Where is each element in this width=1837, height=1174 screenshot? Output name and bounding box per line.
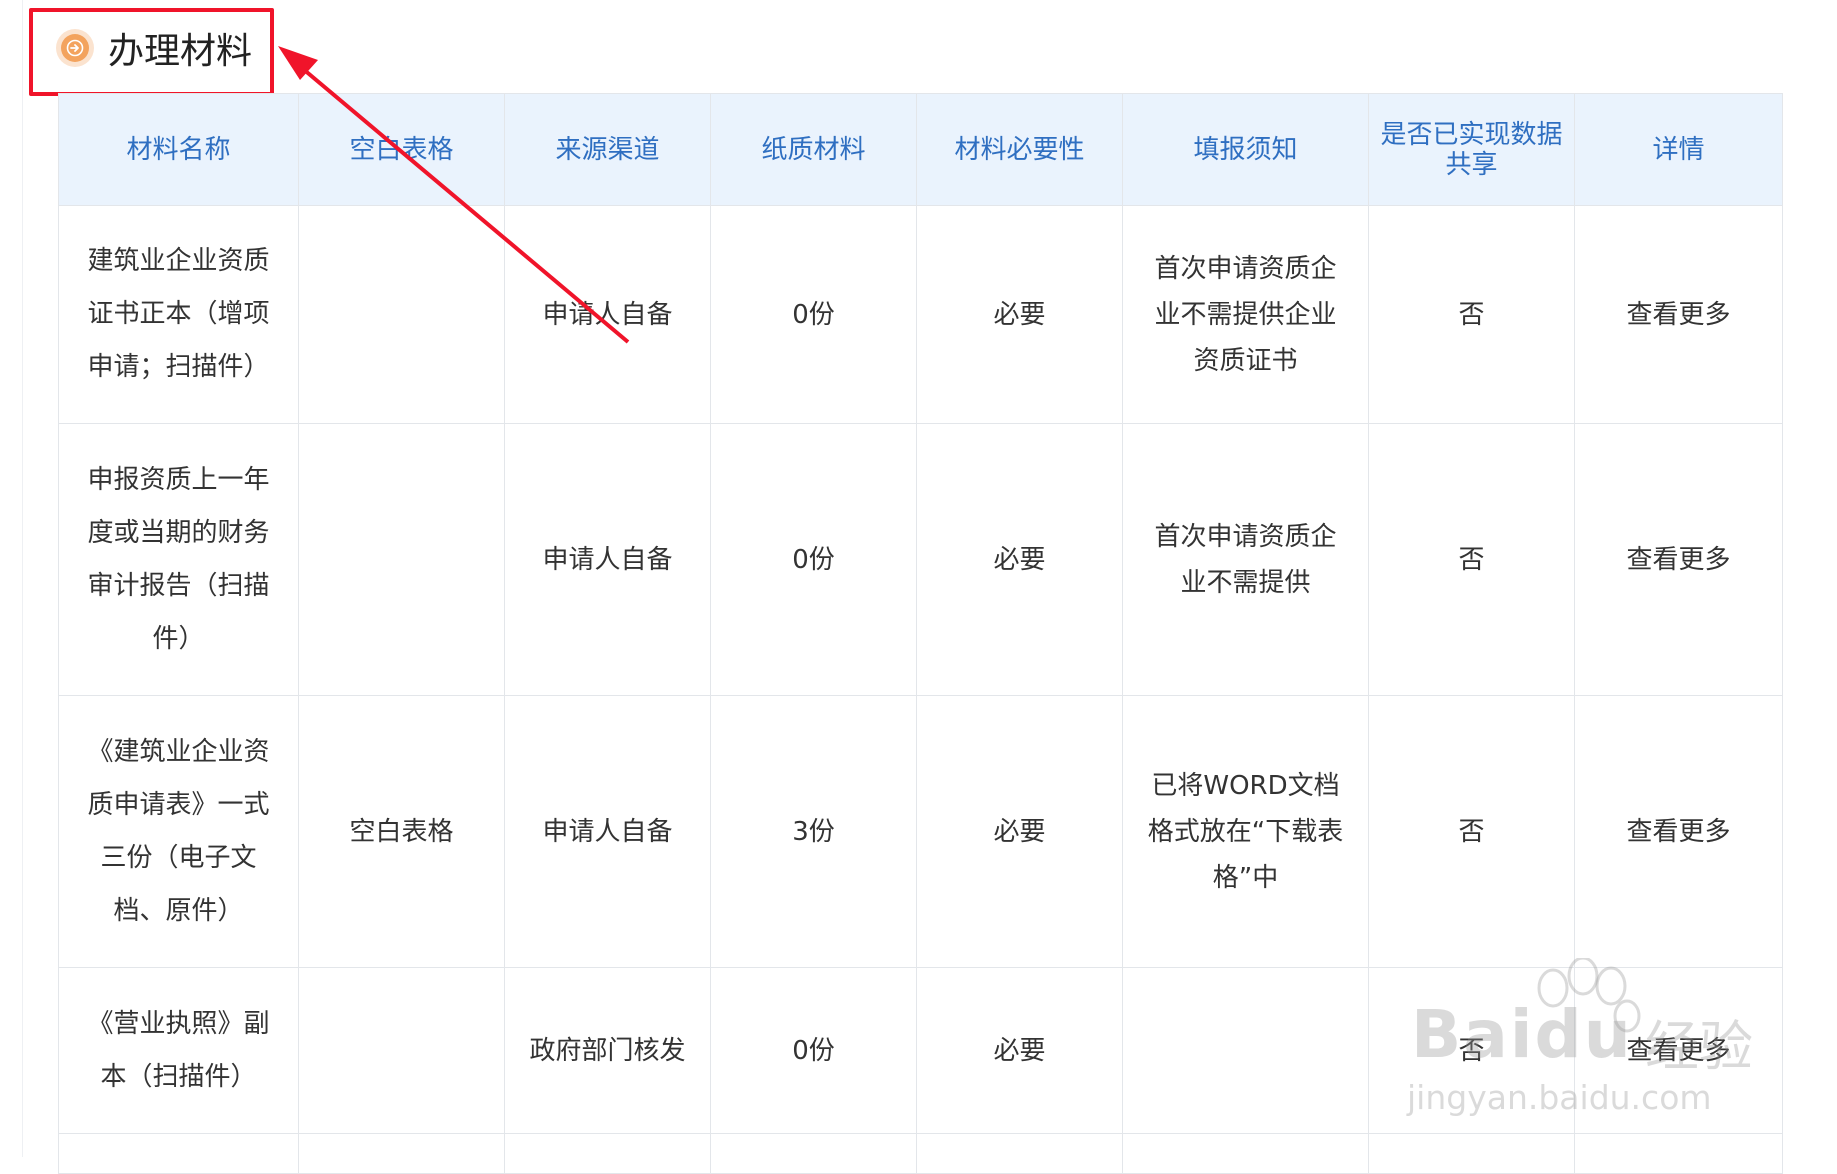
annotation-highlight-box — [29, 8, 274, 96]
paper-cell: 0份 — [710, 205, 917, 424]
view-more-link[interactable]: 查看更多 — [1574, 695, 1783, 968]
header-detail: 详情 — [1574, 93, 1783, 206]
necessity-cell: 必要 — [916, 967, 1123, 1134]
shared-cell: 否 — [1368, 205, 1575, 424]
blank-form-link[interactable]: 空白表格 — [298, 695, 505, 968]
view-more-link[interactable]: 查看更多 — [1574, 205, 1783, 424]
header-data-shared: 是否已实现数据共享 — [1368, 93, 1575, 206]
blank-form-link[interactable] — [298, 423, 505, 696]
table-row: 建筑业企业资质证书正本（增项申请；扫描件） 申请人自备 0份 必要 首次申请资质… — [58, 205, 1783, 424]
table-row: 《营业执照》副本（扫描件） 政府部门核发 0份 必要 否 查看更多 — [58, 967, 1783, 1134]
material-name: 建筑业企业资质证书正本（增项申请；扫描件） — [58, 205, 299, 424]
materials-table: 材料名称 空白表格 来源渠道 纸质材料 材料必要性 填报须知 是否已实现数据共享… — [58, 93, 1783, 1174]
material-name: 《建筑业企业资质申请表》一式三份（电子文档、原件） — [58, 695, 299, 968]
paper-cell: 0份 — [710, 423, 917, 696]
source-cell: 申请人自备 — [504, 695, 711, 968]
table-row — [58, 1133, 1783, 1174]
blank-form-link[interactable] — [298, 967, 505, 1134]
notice-cell: 已将WORD文档格式放在“下载表格”中 — [1122, 695, 1369, 968]
header-necessity: 材料必要性 — [916, 93, 1123, 206]
shared-cell: 否 — [1368, 695, 1575, 968]
table-header-row: 材料名称 空白表格 来源渠道 纸质材料 材料必要性 填报须知 是否已实现数据共享… — [58, 93, 1783, 206]
header-source: 来源渠道 — [504, 93, 711, 206]
necessity-cell: 必要 — [916, 423, 1123, 696]
shared-cell: 否 — [1368, 423, 1575, 696]
source-cell: 申请人自备 — [504, 205, 711, 424]
header-paper: 纸质材料 — [710, 93, 917, 206]
header-notice: 填报须知 — [1122, 93, 1369, 206]
table-row: 《建筑业企业资质申请表》一式三份（电子文档、原件） 空白表格 申请人自备 3份 … — [58, 695, 1783, 968]
shared-cell: 否 — [1368, 967, 1575, 1134]
notice-cell: 首次申请资质企业不需提供 — [1122, 423, 1369, 696]
notice-cell: 首次申请资质企业不需提供企业资质证书 — [1122, 205, 1369, 424]
paper-cell: 3份 — [710, 695, 917, 968]
blank-form-link[interactable] — [298, 205, 505, 424]
view-more-link[interactable]: 查看更多 — [1574, 967, 1783, 1134]
necessity-cell: 必要 — [916, 205, 1123, 424]
notice-cell — [1122, 967, 1369, 1134]
source-cell: 政府部门核发 — [504, 967, 711, 1134]
source-cell: 申请人自备 — [504, 423, 711, 696]
material-name: 《营业执照》副本（扫描件） — [58, 967, 299, 1134]
view-more-link[interactable]: 查看更多 — [1574, 423, 1783, 696]
necessity-cell: 必要 — [916, 695, 1123, 968]
header-material-name: 材料名称 — [58, 93, 299, 206]
material-name: 申报资质上一年度或当期的财务审计报告（扫描件） — [58, 423, 299, 696]
paper-cell: 0份 — [710, 967, 917, 1134]
table-row: 申报资质上一年度或当期的财务审计报告（扫描件） 申请人自备 0份 必要 首次申请… — [58, 423, 1783, 696]
header-blank-form: 空白表格 — [298, 93, 505, 206]
